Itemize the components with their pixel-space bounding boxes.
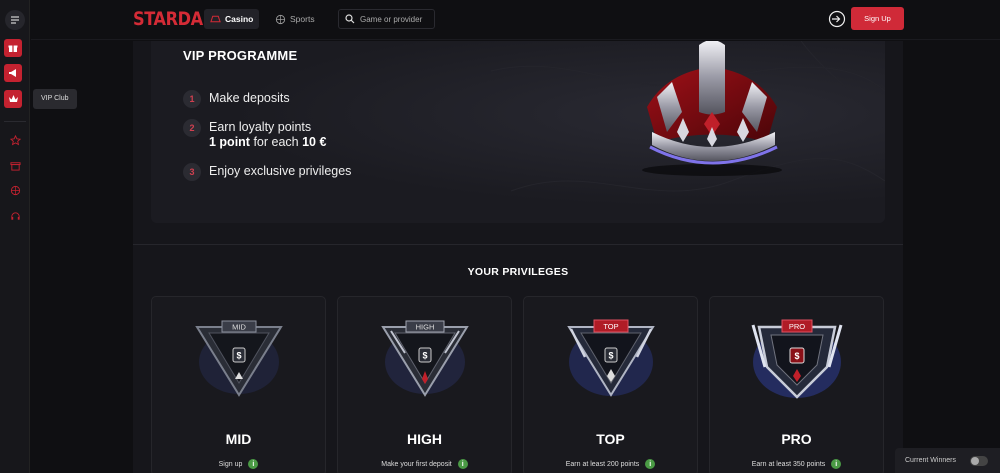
section-divider	[133, 244, 903, 245]
pro-badge-icon: PRO $	[751, 319, 843, 399]
step-text: Earn loyalty points 1 point for each 10 …	[209, 119, 326, 150]
casino-icon	[210, 15, 221, 23]
logo[interactable]: STARDA	[133, 8, 203, 30]
svg-text:$: $	[794, 351, 799, 361]
gift-icon[interactable]	[4, 39, 22, 57]
winners-toggle[interactable]	[969, 455, 988, 466]
tab-sports[interactable]: Sports	[269, 9, 321, 29]
level-name: HIGH	[407, 431, 442, 447]
step-text: Make deposits	[209, 91, 290, 105]
vip-page: VIP PROGRAMME 1 Make deposits 2 Earn loy…	[133, 41, 903, 473]
menu-icon[interactable]	[5, 10, 25, 30]
level-name: MID	[225, 431, 252, 447]
vip-hero-banner: VIP PROGRAMME 1 Make deposits 2 Earn loy…	[151, 41, 885, 223]
badge-label: HIGH	[416, 323, 435, 332]
badge-label: PRO	[789, 322, 805, 331]
sidebar	[0, 0, 30, 473]
privilege-card-mid: MID $ MID Sign up i	[151, 296, 326, 473]
privilege-card-pro: PRO $ PRO Earn at least 350 points i	[709, 296, 884, 473]
level-requirement: Earn at least 350 points i	[710, 459, 883, 469]
svg-text:$: $	[422, 351, 427, 361]
login-icon[interactable]	[828, 10, 846, 28]
sidebar-divider	[4, 121, 26, 122]
step-subline: 1 point for each 10 €	[209, 135, 327, 149]
tab-label: Sports	[290, 14, 315, 24]
level-name: PRO	[781, 431, 812, 447]
requirement-text: Earn at least 350 points	[751, 460, 826, 468]
star-icon[interactable]	[5, 130, 25, 150]
requirement-text: Sign up	[218, 460, 243, 468]
info-icon[interactable]: i	[831, 459, 842, 469]
info-icon[interactable]: i	[457, 459, 468, 469]
top-badge-icon: TOP $	[567, 319, 655, 397]
level-name: TOP	[596, 431, 625, 447]
step-item: 2 Earn loyalty points 1 point for each 1…	[183, 119, 326, 150]
step-line: Earn loyalty points	[209, 120, 312, 134]
level-requirement: Sign up i	[152, 459, 325, 469]
badge-label: MID	[232, 323, 246, 332]
ball-icon[interactable]	[5, 180, 25, 200]
tab-casino[interactable]: Casino	[204, 9, 260, 29]
search-input[interactable]: Game or provider	[338, 9, 435, 29]
level-requirement: Earn at least 200 points i	[524, 459, 697, 469]
info-icon[interactable]: i	[645, 459, 656, 469]
mid-badge-icon: MID $	[195, 320, 283, 397]
step-item: 3 Enjoy exclusive privileges	[183, 163, 351, 181]
info-icon[interactable]: i	[248, 459, 259, 469]
vip-club-tooltip: VIP Club	[33, 89, 77, 109]
svg-text:$: $	[608, 351, 613, 361]
privileges-title: YOUR PRIVILEGES	[467, 266, 569, 278]
vip-title: VIP PROGRAMME	[183, 48, 298, 63]
requirement-text: Earn at least 200 points	[565, 460, 640, 468]
current-winners-widget[interactable]: Current Winners	[895, 448, 1000, 473]
megaphone-icon[interactable]	[4, 64, 22, 82]
step-text: Enjoy exclusive privileges	[209, 164, 352, 178]
privilege-card-high: HIGH $ HIGH Make your first deposit i	[337, 296, 512, 473]
winners-label: Current Winners	[905, 457, 956, 464]
gift-box-icon[interactable]	[5, 155, 25, 175]
step-number: 1	[183, 90, 201, 108]
step-number: 2	[183, 119, 201, 137]
ball-icon	[275, 14, 286, 24]
requirement-text: Make your first deposit	[381, 460, 452, 468]
high-badge-icon: HIGH $	[381, 320, 469, 397]
search-placeholder: Game or provider	[360, 14, 423, 24]
privilege-card-top: TOP $ TOP Earn at least 200 points i	[523, 296, 698, 473]
crown-icon[interactable]	[4, 90, 22, 108]
tab-label: Casino	[225, 14, 254, 24]
badge-label: TOP	[603, 322, 618, 331]
sign-up-button[interactable]: Sign Up	[851, 7, 904, 30]
level-requirement: Make your first deposit i	[338, 459, 511, 469]
search-icon	[345, 14, 355, 24]
step-number: 3	[183, 163, 201, 181]
step-item: 1 Make deposits	[183, 90, 290, 108]
headset-icon[interactable]	[5, 206, 25, 226]
crown-image	[642, 41, 782, 176]
header: STARDA Casino Sports Game or provider Si…	[31, 0, 1000, 40]
svg-text:$: $	[236, 351, 241, 361]
